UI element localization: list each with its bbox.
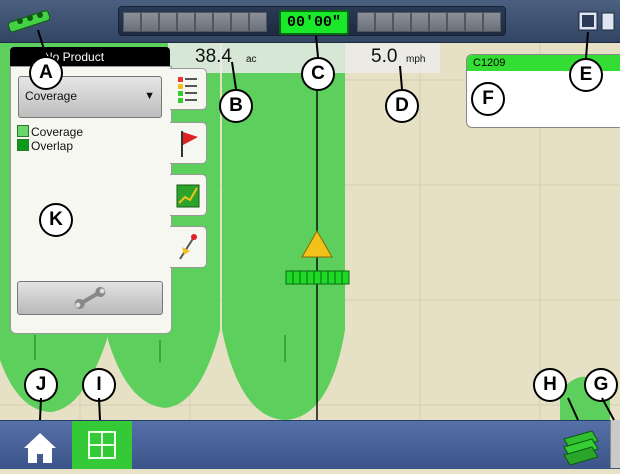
callout-d: D	[385, 89, 419, 123]
chevron-down-icon: ▼	[144, 90, 155, 102]
wrench-icon	[74, 287, 106, 309]
callout-c: C	[301, 57, 335, 91]
legend-list: Coverage Overlap	[17, 125, 83, 153]
area-value: 38.4	[195, 46, 232, 67]
tab-chart[interactable]	[170, 174, 207, 216]
top-bar: 00'00"	[0, 0, 620, 43]
legend-dropdown-value: Coverage	[25, 89, 78, 103]
callout-j: J	[24, 368, 58, 402]
screen-layout-icon[interactable]	[578, 10, 616, 34]
tools-button[interactable]	[17, 281, 163, 315]
marker-icon	[179, 234, 197, 260]
flag-icon	[181, 131, 198, 157]
legend-item: Overlap	[17, 139, 83, 153]
callout-b: B	[219, 89, 253, 123]
map-grid-icon	[88, 431, 116, 459]
callout-k: K	[39, 203, 73, 237]
bottom-bar	[0, 420, 620, 469]
overlap-swatch	[17, 139, 29, 151]
tab-legend[interactable]	[170, 68, 207, 110]
map-legend-panel: Coverage ▼ Coverage Overlap	[10, 66, 172, 334]
layers-icon[interactable]	[552, 421, 608, 469]
lightbar: 00'00"	[118, 6, 506, 36]
callout-h: H	[533, 368, 567, 402]
legend-icon	[178, 77, 197, 103]
legend-label: Coverage	[31, 125, 84, 139]
chart-icon	[176, 184, 200, 208]
speed-value: 5.0	[371, 46, 398, 67]
callout-f: F	[471, 82, 505, 116]
tab-marker[interactable]	[170, 226, 207, 268]
callout-i: I	[82, 368, 116, 402]
legend-item: Coverage	[17, 125, 83, 139]
off-track-readout: 00'00"	[279, 10, 349, 35]
callout-e: E	[569, 58, 603, 92]
callout-a: A	[29, 56, 63, 90]
coverage-swatch	[17, 125, 29, 137]
callout-g: G	[584, 368, 618, 402]
tab-flags[interactable]	[170, 122, 207, 164]
map-button[interactable]	[72, 421, 132, 469]
area-unit: ac	[246, 54, 257, 65]
gps-antenna-icon[interactable]	[6, 6, 62, 36]
home-icon[interactable]	[14, 421, 66, 469]
speed-unit: mph	[406, 54, 426, 65]
legend-label: Overlap	[31, 139, 74, 153]
side-panel-handle[interactable]	[610, 420, 620, 468]
